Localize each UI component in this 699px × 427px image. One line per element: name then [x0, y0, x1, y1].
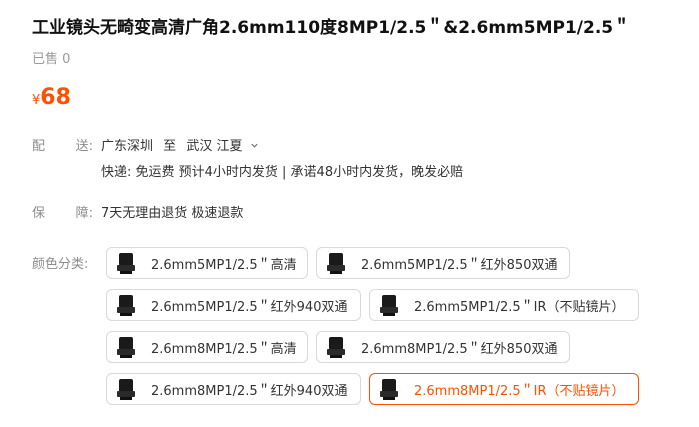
lens-thumbnail-icon [117, 295, 135, 316]
option-label: 2.6mm8MP1/2.5＂红外850双通 [361, 341, 558, 357]
ship-from: 广东深圳 [101, 139, 154, 154]
options-label: 颜色分类: [32, 257, 89, 272]
option-button[interactable]: 2.6mm8MP1/2.5＂高清 [106, 331, 308, 363]
option-label: 2.6mm8MP1/2.5＂高清 [151, 341, 297, 357]
option-button[interactable]: 2.6mm5MP1/2.5＂红外940双通 [106, 289, 361, 321]
shipping-label: 配 送: [32, 137, 93, 157]
lens-thumbnail-icon [327, 337, 345, 358]
guarantee-label: 保 障: [32, 204, 93, 224]
product-title: 工业镜头无畸变高清广角2.6mm110度8MP1/2.5＂&2.6mm5MP1/… [32, 18, 631, 38]
shipping-route: 广东深圳 至 武汉 江夏 [101, 137, 271, 158]
option-label: 2.6mm5MP1/2.5＂红外850双通 [361, 257, 558, 273]
option-button[interactable]: 2.6mm5MP1/2.5＂高清 [106, 247, 308, 279]
option-label: 2.6mm5MP1/2.5＂红外940双通 [151, 299, 348, 315]
option-label: 2.6mm5MP1/2.5＂IR（不贴镜片） [414, 299, 625, 315]
price: ¥68 [32, 84, 71, 115]
ship-to-word: 至 [163, 139, 177, 154]
guarantee-label-char: 障: [75, 206, 93, 221]
option-label: 2.6mm8MP1/2.5＂IR（不贴镜片） [414, 383, 625, 399]
option-label: 2.6mm8MP1/2.5＂红外940双通 [151, 383, 348, 399]
option-button[interactable]: 2.6mm8MP1/2.5＂红外940双通 [106, 373, 361, 405]
option-button-selected[interactable]: 2.6mm8MP1/2.5＂IR（不贴镜片） [369, 373, 639, 405]
option-label: 2.6mm5MP1/2.5＂高清 [151, 257, 297, 273]
destination-text: 武汉 江夏 [186, 139, 243, 154]
option-button[interactable]: 2.6mm5MP1/2.5＂红外850双通 [316, 247, 570, 279]
guarantee-label-char: 保 [32, 206, 46, 221]
lens-thumbnail-icon [117, 253, 135, 274]
destination-selector[interactable]: 武汉 江夏 [186, 139, 265, 154]
lens-thumbnail-icon [380, 379, 398, 400]
sold-count: 已售 0 [32, 52, 71, 67]
chevron-down-icon [250, 138, 259, 158]
lens-thumbnail-icon [327, 253, 345, 274]
shipping-label-char: 配 [32, 139, 46, 154]
guarantee-text: 7天无理由退货 极速退款 [101, 206, 244, 221]
lens-thumbnail-icon [117, 379, 135, 400]
price-value: 68 [40, 85, 71, 110]
shipping-label-char: 送: [75, 139, 93, 154]
option-button[interactable]: 2.6mm5MP1/2.5＂IR（不贴镜片） [369, 289, 639, 321]
lens-thumbnail-icon [117, 337, 135, 358]
option-button[interactable]: 2.6mm8MP1/2.5＂红外850双通 [316, 331, 570, 363]
lens-thumbnail-icon [380, 295, 398, 316]
shipping-info: 快递: 免运费 预计4小时内发货 | 承诺48小时内发货，晚发必赔 [101, 165, 464, 180]
